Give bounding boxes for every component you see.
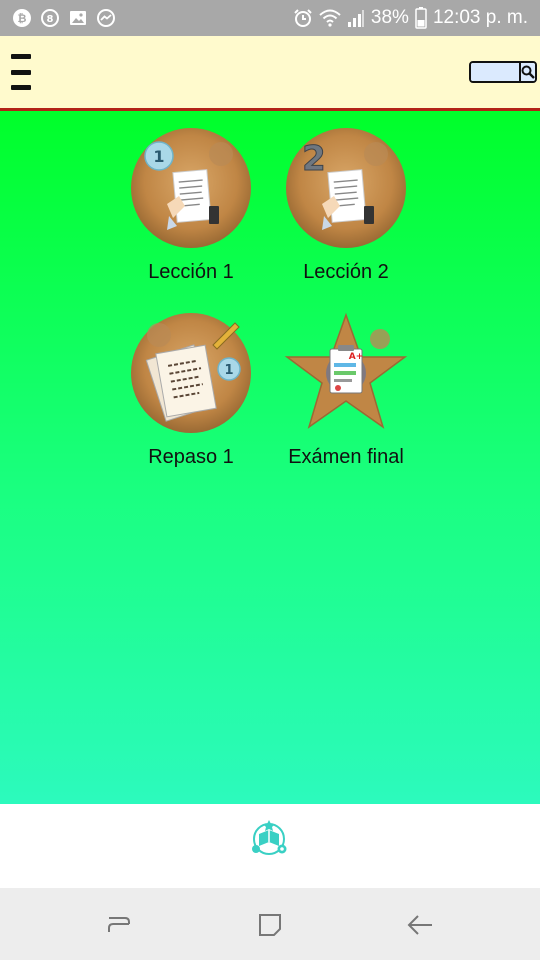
battery-percent: 38% [370, 7, 409, 28]
svg-text:1: 1 [224, 363, 233, 378]
status-bar: ₿ 8 38% 12:03 p. m. [0, 0, 540, 36]
app-header [0, 36, 540, 111]
status-system: 38% 12:03 p. m. [293, 7, 528, 29]
svg-text:1: 1 [153, 147, 164, 166]
bottom-app-bar [0, 804, 540, 888]
lesson-grid: 1 Lección 1 2 Lección 2 1 Repaso 1 A+ Ex… [0, 111, 540, 804]
magnifier-icon [521, 65, 535, 79]
system-nav-bar [0, 888, 540, 960]
lesson-2-icon: 2 [286, 128, 406, 248]
recents-icon [108, 917, 130, 932]
recents-button[interactable] [103, 910, 135, 940]
hamburger-menu-icon [11, 54, 31, 59]
search-input[interactable] [471, 63, 519, 81]
lesson-2-label: Lección 2 [303, 261, 389, 283]
bitcoin-notification-icon: ₿ [13, 9, 31, 27]
image-notification-icon [70, 11, 86, 25]
review-1-icon: 1 [131, 313, 251, 433]
learning-hub-icon[interactable] [249, 818, 289, 858]
sync-notification-icon: 8 [41, 9, 59, 27]
messenger-notification-icon [97, 9, 115, 27]
svg-text:A+: A+ [349, 352, 364, 362]
clock: 12:03 p. m. [432, 7, 528, 28]
lesson-2-tile[interactable]: 2 Lección 2 [266, 126, 426, 284]
search-button[interactable] [519, 63, 535, 81]
alarm-icon [294, 9, 312, 27]
signal-icon [347, 10, 364, 27]
lesson-1-tile[interactable]: 1 Lección 1 [111, 126, 271, 284]
final-exam-tile[interactable]: A+ Exámen final [266, 311, 426, 469]
menu-button[interactable] [8, 54, 36, 90]
lesson-1-label: Lección 1 [148, 261, 234, 283]
home-button[interactable] [254, 910, 286, 940]
lesson-1-icon: 1 [131, 128, 251, 248]
home-icon [259, 914, 281, 936]
battery-icon [415, 7, 427, 29]
final-exam-icon: A+ [284, 312, 408, 429]
search-box [469, 61, 537, 83]
back-arrow-icon [407, 915, 432, 935]
back-button[interactable] [404, 910, 436, 940]
menu-bar-bottom [11, 85, 31, 90]
svg-text:8: 8 [47, 14, 54, 25]
menu-bar-middle [11, 69, 31, 75]
svg-text:₿: ₿ [18, 12, 27, 25]
wifi-icon [319, 9, 341, 27]
review-1-tile[interactable]: 1 Repaso 1 [111, 311, 271, 469]
final-exam-label: Exámen final [288, 446, 404, 468]
review-1-label: Repaso 1 [148, 446, 234, 468]
svg-text:2: 2 [302, 139, 326, 179]
status-notifications: ₿ 8 [12, 8, 116, 28]
